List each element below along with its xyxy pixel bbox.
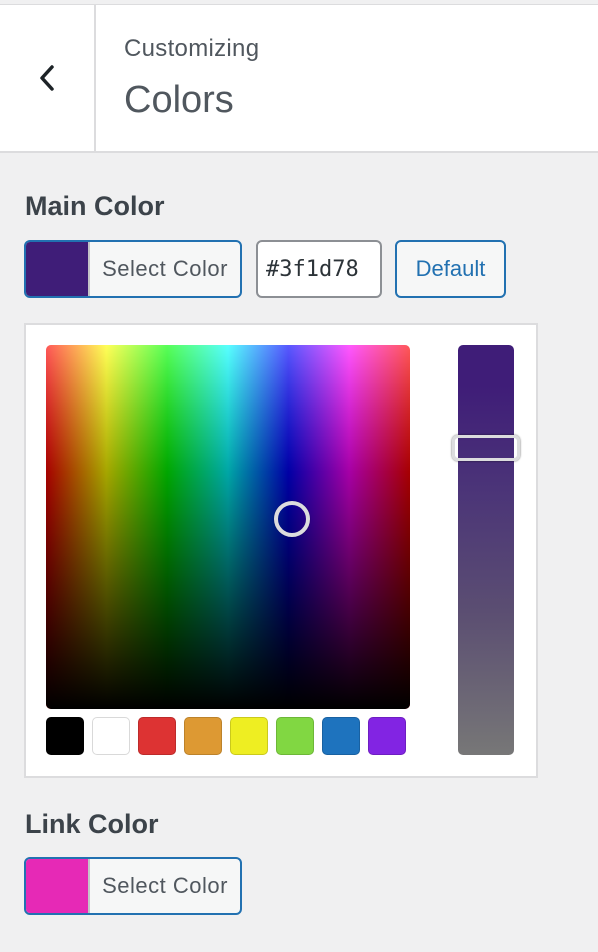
link-color-select-button[interactable]: Select Color — [24, 857, 242, 915]
chevron-left-icon — [40, 65, 54, 91]
link-color-swatch — [26, 859, 90, 913]
color-picker — [24, 323, 538, 778]
palette-swatch[interactable] — [322, 717, 360, 755]
select-color-label: Select Color — [102, 256, 228, 281]
lightness-slider-handle[interactable] — [452, 435, 520, 461]
saturation-square[interactable] — [46, 345, 410, 709]
header-subtitle: Customizing — [124, 35, 260, 62]
palette-swatch[interactable] — [276, 717, 314, 755]
default-button[interactable]: Default — [395, 240, 506, 298]
main-color-select-button[interactable]: Select Color — [24, 240, 242, 298]
main-color-swatch — [26, 242, 90, 296]
link-color-label: Link Color — [25, 809, 159, 839]
back-button[interactable] — [0, 5, 96, 151]
palette-swatch[interactable] — [46, 717, 84, 755]
palette-row — [46, 717, 406, 755]
hex-color-input[interactable] — [256, 240, 382, 298]
palette-swatch[interactable] — [184, 717, 222, 755]
page-title: Colors — [124, 79, 234, 121]
palette-swatch[interactable] — [230, 717, 268, 755]
palette-swatch[interactable] — [92, 717, 130, 755]
saturation-handle[interactable] — [274, 501, 310, 537]
lightness-slider[interactable] — [458, 345, 514, 755]
select-color-label: Select Color — [102, 873, 228, 898]
customizer-header: Customizing Colors — [0, 5, 598, 153]
main-color-label: Main Color — [25, 191, 165, 221]
palette-swatch[interactable] — [138, 717, 176, 755]
palette-swatch[interactable] — [368, 717, 406, 755]
